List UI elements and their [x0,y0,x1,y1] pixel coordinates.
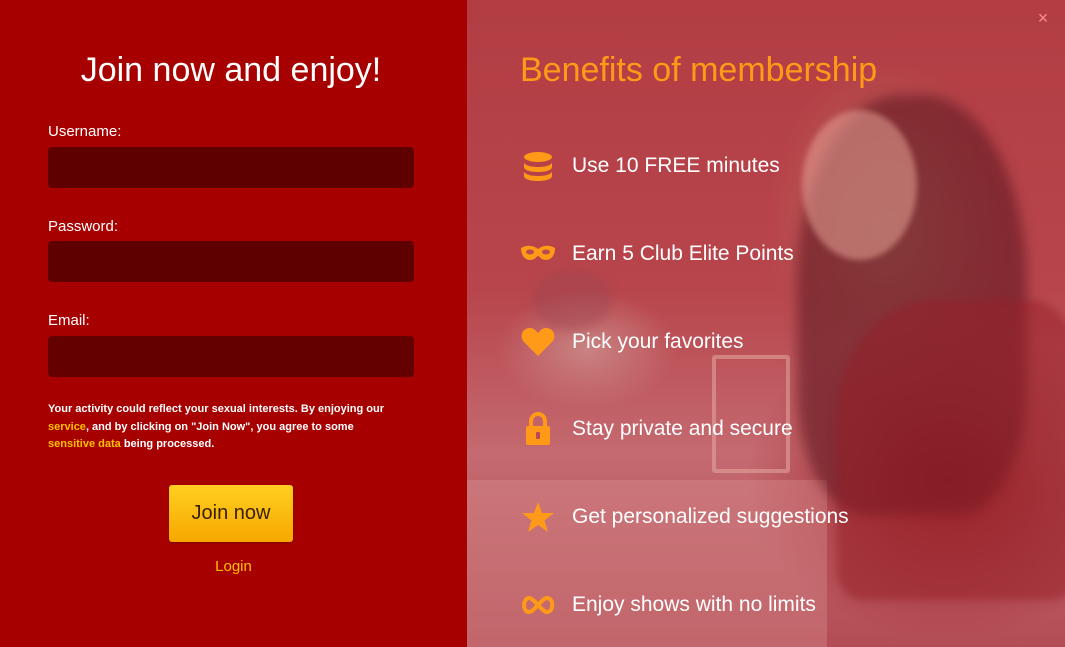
disclaimer-text-1: Your activity could reflect your sexual … [48,403,384,415]
service-link[interactable]: service [48,421,86,433]
username-input[interactable] [48,147,414,188]
join-now-button[interactable]: Join now [169,485,293,542]
disclaimer-text-3: being processed. [120,438,215,450]
disclaimer-text-2: , and by clicking on "Join Now", you agr… [85,420,354,433]
benefit-label: Pick your favorites [572,330,744,353]
benefit-label: Stay private and secure [572,417,793,440]
benefit-label: Enjoy shows with no limits [572,593,816,616]
email-input[interactable] [48,336,414,377]
background-photo-model-body [837,300,1065,600]
signup-modal: Join now and enjoy! Username: Password: … [0,0,1065,647]
background-photo-flowers [532,270,612,330]
benefit-label: Get personalized suggestions [572,505,849,528]
password-input[interactable] [48,241,414,282]
infinity-icon [520,587,556,623]
signup-form-panel: Join now and enjoy! Username: Password: … [0,0,467,647]
lock-icon [520,411,556,447]
benefit-item: Earn 5 Club Elite Points [520,236,794,272]
benefit-item: Use 10 FREE minutes [520,148,780,184]
close-icon[interactable]: × [1031,6,1055,30]
benefit-label: Use 10 FREE minutes [572,154,780,177]
benefit-item: Get personalized suggestions [520,499,849,535]
background-photo-model-face [802,110,917,260]
benefit-label: Earn 5 Club Elite Points [572,242,794,265]
mask-icon [520,236,556,272]
heart-icon [520,324,556,360]
star-icon [520,499,556,535]
benefit-item: Pick your favorites [520,324,744,360]
benefits-panel: × Benefits of membership Use 10 FREE min… [467,0,1065,647]
email-label: Email: [48,312,90,329]
login-link[interactable]: Login [0,558,467,575]
username-label: Username: [48,123,122,140]
consent-disclaimer: Your activity could reflect your sexual … [48,401,393,454]
form-title: Join now and enjoy! [80,51,382,89]
coins-stack-icon [520,148,556,184]
password-label: Password: [48,218,119,235]
benefit-item: Stay private and secure [520,411,793,447]
benefits-title: Benefits of membership [520,51,878,89]
benefit-item: Enjoy shows with no limits [520,587,816,623]
sensitive-data-link[interactable]: sensitive data [48,438,121,450]
